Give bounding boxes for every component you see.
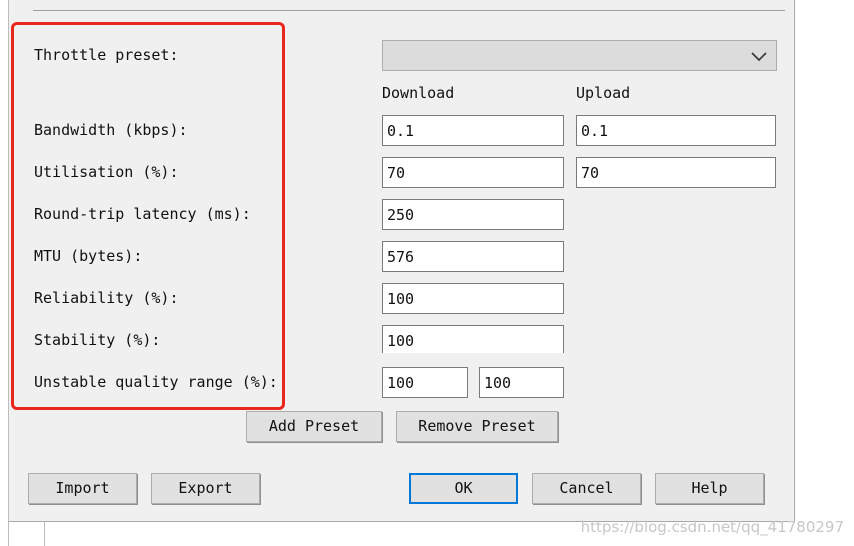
latency-label: Round-trip latency (ms): bbox=[34, 205, 251, 223]
upload-column-header: Upload bbox=[576, 84, 631, 102]
throttle-dialog: Throttle preset: Download Upload Bandwid… bbox=[8, 0, 795, 522]
utilisation-upload-input[interactable] bbox=[576, 157, 776, 188]
throttle-preset-label: Throttle preset: bbox=[34, 46, 179, 64]
add-preset-button[interactable]: Add Preset bbox=[246, 411, 382, 442]
background-window-divider bbox=[44, 521, 45, 546]
reliability-input[interactable] bbox=[382, 283, 564, 314]
download-column-header: Download bbox=[382, 84, 455, 102]
utilisation-download-input[interactable] bbox=[382, 157, 564, 188]
remove-preset-button[interactable]: Remove Preset bbox=[396, 411, 558, 442]
bandwidth-label: Bandwidth (kbps): bbox=[34, 121, 188, 139]
bandwidth-download-input[interactable] bbox=[382, 115, 564, 146]
background-window-right bbox=[794, 0, 854, 546]
background-window-left bbox=[0, 0, 9, 546]
top-divider bbox=[33, 10, 785, 11]
latency-input[interactable] bbox=[382, 199, 564, 230]
import-button[interactable]: Import bbox=[28, 473, 137, 504]
mtu-input[interactable] bbox=[382, 241, 564, 272]
chevron-down-icon bbox=[751, 52, 767, 62]
utilisation-label: Utilisation (%): bbox=[34, 163, 179, 181]
stability-input[interactable] bbox=[382, 325, 564, 356]
stability-label: Stability (%): bbox=[34, 331, 161, 349]
cancel-button[interactable]: Cancel bbox=[532, 473, 641, 504]
unstable-range-max-input[interactable] bbox=[479, 367, 564, 398]
help-button[interactable]: Help bbox=[655, 473, 764, 504]
watermark-text: https://blog.csdn.net/qq_41780297 bbox=[580, 518, 844, 536]
reliability-label: Reliability (%): bbox=[34, 289, 179, 307]
mtu-label: MTU (bytes): bbox=[34, 247, 143, 265]
unstable-quality-range-label: Unstable quality range (%): bbox=[34, 373, 278, 391]
throttle-preset-dropdown[interactable] bbox=[382, 40, 777, 71]
screenshot-seam bbox=[294, 353, 784, 359]
ok-button[interactable]: OK bbox=[409, 473, 518, 504]
unstable-range-min-input[interactable] bbox=[382, 367, 468, 398]
bandwidth-upload-input[interactable] bbox=[576, 115, 776, 146]
export-button[interactable]: Export bbox=[151, 473, 260, 504]
